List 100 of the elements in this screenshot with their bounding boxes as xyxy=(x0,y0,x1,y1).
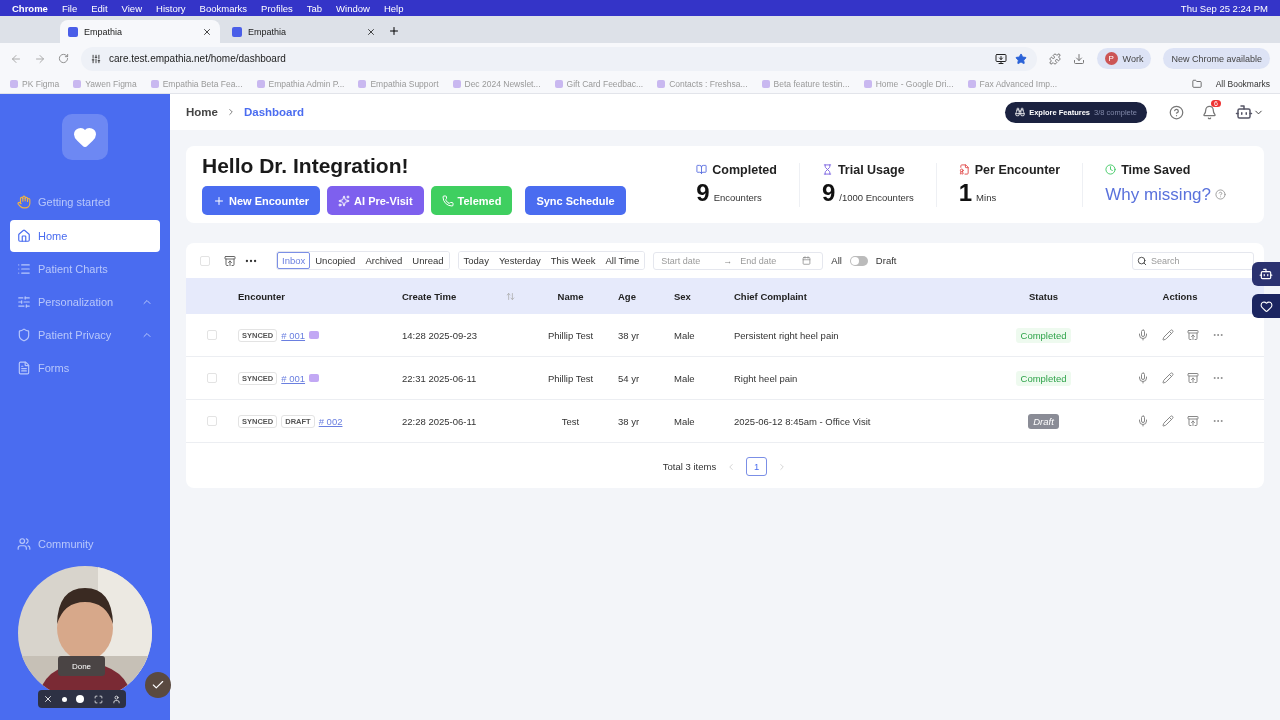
bookmark[interactable]: Empathia Admin P... xyxy=(256,78,345,89)
expand-icon[interactable] xyxy=(93,694,103,704)
sidebar-item[interactable]: Community xyxy=(10,528,160,560)
close-icon[interactable] xyxy=(42,694,53,704)
hourglass-icon xyxy=(821,164,833,175)
bookmark[interactable]: Beta feature testin... xyxy=(761,78,850,89)
menu-app-name[interactable]: Chrome xyxy=(12,2,48,14)
archive-icon[interactable] xyxy=(224,254,236,267)
bookmark[interactable]: Contacts : Freshsa... xyxy=(657,78,748,89)
download-icon[interactable] xyxy=(1072,52,1085,65)
breadcrumb-link[interactable]: Home xyxy=(186,106,218,118)
all-bookmarks[interactable]: All Bookmarks xyxy=(1215,78,1270,89)
archive-icon[interactable] xyxy=(1186,329,1199,341)
bookmark[interactable]: Home - Google Dri... xyxy=(863,78,954,89)
folder-tab[interactable]: Inbox xyxy=(277,252,311,269)
checkbox[interactable] xyxy=(207,330,217,340)
table-cell-text: 2025-06-12 8:45am - Office Visit xyxy=(734,415,872,427)
menu-item[interactable]: Tab xyxy=(306,2,323,14)
menu-item[interactable]: History xyxy=(156,2,186,14)
browser-tab[interactable]: Empathia xyxy=(60,20,220,43)
star-icon[interactable] xyxy=(1014,52,1027,65)
column-header[interactable]: Create Time xyxy=(402,290,523,302)
start-date-field[interactable]: Start date xyxy=(659,254,718,267)
pencil-icon[interactable] xyxy=(1161,372,1174,384)
new-tab-icon[interactable] xyxy=(388,25,400,37)
stat-title: Per Encounter xyxy=(958,162,1061,177)
page-button[interactable]: 1 xyxy=(746,457,768,476)
archive-icon[interactable] xyxy=(1186,415,1199,427)
site-settings-icon[interactable] xyxy=(91,53,101,64)
close-icon[interactable] xyxy=(202,26,212,37)
pencil-icon[interactable] xyxy=(1161,415,1174,427)
column-header: Status xyxy=(1027,290,1059,302)
bookmark[interactable]: Empathia Beta Fea... xyxy=(150,78,243,89)
help-icon[interactable] xyxy=(1215,189,1226,200)
action-button[interactable]: New Encounter xyxy=(202,186,321,215)
sidebar-item[interactable]: Patient Privacy xyxy=(10,319,160,351)
help-icon[interactable] xyxy=(1169,104,1184,120)
bookmark[interactable]: Yawen Figma xyxy=(73,78,137,89)
extensions-icon[interactable] xyxy=(1048,52,1061,65)
table-cell-text: 38 yr xyxy=(618,415,641,427)
checkbox[interactable] xyxy=(207,416,217,426)
sidebar-item[interactable]: Forms xyxy=(10,352,160,384)
bookmark[interactable]: PK Figma xyxy=(10,78,60,89)
large-dot-icon[interactable] xyxy=(76,695,85,703)
end-date-field[interactable]: End date xyxy=(738,254,797,267)
close-icon[interactable] xyxy=(366,26,376,37)
profile-button[interactable]: P Work xyxy=(1096,48,1152,69)
sidebar-item[interactable]: Home xyxy=(10,220,160,252)
browser-tab[interactable]: Empathia xyxy=(224,20,384,43)
encounter-link[interactable]: # 001 xyxy=(281,372,306,384)
breadcrumb-link[interactable]: Dashboard xyxy=(243,106,305,118)
menu-item[interactable]: Bookmarks xyxy=(199,2,248,14)
microphone-icon[interactable] xyxy=(1136,372,1149,384)
calendar-icon[interactable] xyxy=(802,256,812,265)
stat-unit: Encounters xyxy=(713,191,762,203)
microphone-icon[interactable] xyxy=(1136,415,1149,427)
sidebar-item[interactable]: Patient Charts xyxy=(10,253,160,285)
sidebar-item[interactable]: Getting started xyxy=(10,186,160,218)
chat-button[interactable] xyxy=(1252,294,1280,318)
reload-icon[interactable] xyxy=(58,53,69,64)
folder-icon[interactable] xyxy=(1191,78,1202,89)
checkbox[interactable] xyxy=(200,255,210,266)
update-button[interactable]: New Chrome available xyxy=(1163,48,1270,69)
bookmark[interactable]: Fax Advanced Imp... xyxy=(967,78,1058,89)
menu-item[interactable]: Window xyxy=(336,2,370,14)
address-bar[interactable]: care.test.empathia.net/home/dashboard xyxy=(81,46,1037,71)
menu-item[interactable]: View xyxy=(121,2,142,14)
assistant-button[interactable] xyxy=(1252,262,1280,286)
action-button[interactable]: Sync Schedule xyxy=(525,186,626,215)
microphone-icon[interactable] xyxy=(1136,329,1149,341)
menu-item[interactable]: File xyxy=(61,2,78,14)
encounter-link[interactable]: # 002 xyxy=(318,415,343,427)
menu-item[interactable]: Edit xyxy=(91,2,108,14)
pencil-icon[interactable] xyxy=(1161,329,1174,341)
bookmark[interactable]: Gift Card Feedbac... xyxy=(554,78,644,89)
robot-icon xyxy=(1259,267,1273,281)
action-button[interactable]: AI Pre-Visit xyxy=(327,186,424,215)
bookmark[interactable]: Dec 2024 Newslet... xyxy=(452,78,541,89)
menu-item[interactable]: Help xyxy=(383,2,404,14)
search-field[interactable]: Search xyxy=(1132,251,1254,270)
done-button[interactable]: Done xyxy=(58,656,105,676)
search-icon xyxy=(1137,255,1147,266)
draft-toggle[interactable] xyxy=(849,255,868,266)
checkbox[interactable] xyxy=(207,373,217,383)
bookmark[interactable]: Empathia Support xyxy=(358,78,439,89)
archive-icon[interactable] xyxy=(1186,372,1199,384)
robot-avatar-icon[interactable] xyxy=(1235,103,1253,121)
arrow-separator: → xyxy=(723,255,733,266)
table-cell-text: Male xyxy=(674,415,696,427)
person-icon[interactable] xyxy=(112,694,122,704)
encounter-link[interactable]: # 001 xyxy=(281,329,306,341)
why-missing-link[interactable]: Why missing? xyxy=(1105,184,1211,205)
heart-icon xyxy=(1259,299,1273,313)
bell-icon[interactable] xyxy=(1202,104,1217,120)
total-count: Total 3 items xyxy=(662,461,717,472)
sidebar-item[interactable]: Personalization xyxy=(10,286,160,318)
logo-icon[interactable] xyxy=(62,114,108,160)
install-icon[interactable] xyxy=(994,52,1007,65)
menu-item[interactable]: Profiles xyxy=(261,2,293,14)
small-dot-icon[interactable] xyxy=(62,696,68,702)
